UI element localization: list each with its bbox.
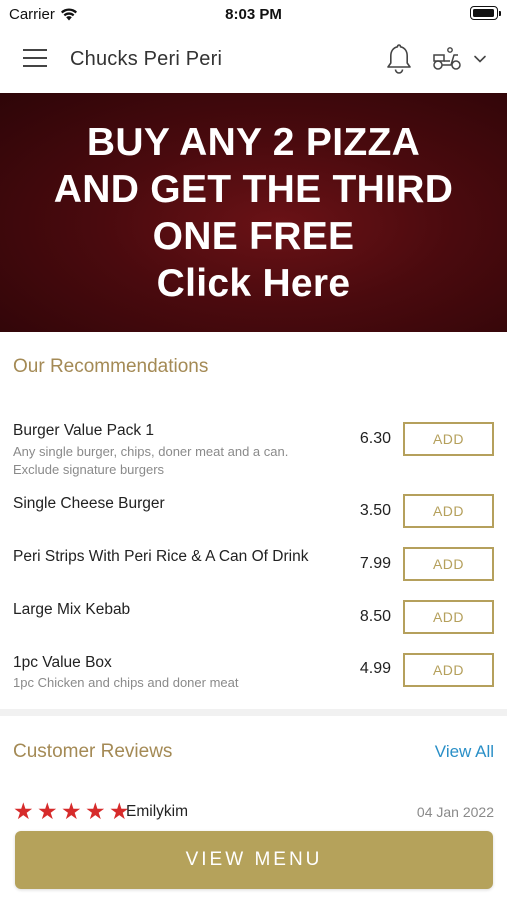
star-icon: ★ <box>61 798 82 824</box>
star-icon: ★ <box>85 798 106 824</box>
menu-item-name: Peri Strips With Peri Rice & A Can Of Dr… <box>13 548 309 565</box>
star-rating: ★ ★ ★ ★ ★ <box>13 798 132 824</box>
menu-item-description: 1pc Chicken and chips and doner meat <box>13 675 239 690</box>
promo-line: ONE FREE <box>152 214 355 258</box>
menu-item-price: 3.50 <box>359 502 391 519</box>
menu-item-price: 8.50 <box>359 608 391 625</box>
chevron-down-icon[interactable] <box>472 52 488 66</box>
reviewer-name: Emilykim <box>126 803 188 820</box>
delivery-scooter-icon[interactable] <box>430 45 464 73</box>
review-item: ★ ★ ★ ★ ★ Emilykim 04 Jan 2022 <box>13 800 494 824</box>
star-icon: ★ <box>37 798 58 824</box>
promo-line: BUY ANY 2 PIZZA <box>86 120 421 164</box>
recommendations-title: Our Recommendations <box>13 356 209 377</box>
app-header: Chucks Peri Peri <box>0 30 507 92</box>
add-button[interactable]: ADD <box>403 600 494 634</box>
menu-item-name: Large Mix Kebab <box>13 601 131 618</box>
add-button[interactable]: ADD <box>403 422 494 456</box>
promo-click-here: Click Here <box>156 261 351 305</box>
menu-item-price: 7.99 <box>359 555 391 572</box>
add-button[interactable]: ADD <box>403 547 494 581</box>
hamburger-menu-icon[interactable] <box>23 49 47 71</box>
add-button[interactable]: ADD <box>403 494 494 528</box>
menu-item-price: 6.30 <box>359 430 391 447</box>
add-button[interactable]: ADD <box>403 653 494 687</box>
promo-banner[interactable]: BUY ANY 2 PIZZA AND GET THE THIRD ONE FR… <box>0 93 507 332</box>
reviews-title: Customer Reviews <box>13 741 173 762</box>
menu-item-description: Any single burger, chips, doner meat and… <box>13 444 289 477</box>
promo-line: AND GET THE THIRD <box>53 167 454 211</box>
menu-item-name: Burger Value Pack 1 <box>13 422 155 439</box>
status-time: 8:03 PM <box>225 6 282 23</box>
battery-icon <box>470 6 501 20</box>
menu-item-name: Single Cheese Burger <box>13 495 165 512</box>
page-title: Chucks Peri Peri <box>70 48 223 70</box>
menu-item-name: 1pc Value Box <box>13 654 112 671</box>
bell-icon[interactable] <box>384 42 414 76</box>
status-bar: Carrier 8:03 PM <box>0 0 507 30</box>
menu-item-price: 4.99 <box>359 660 391 677</box>
section-divider <box>0 709 507 716</box>
review-date: 04 Jan 2022 <box>416 804 494 820</box>
view-all-reviews-link[interactable]: View All <box>435 742 494 762</box>
view-menu-button[interactable]: VIEW MENU <box>15 831 493 889</box>
star-icon: ★ <box>13 798 34 824</box>
